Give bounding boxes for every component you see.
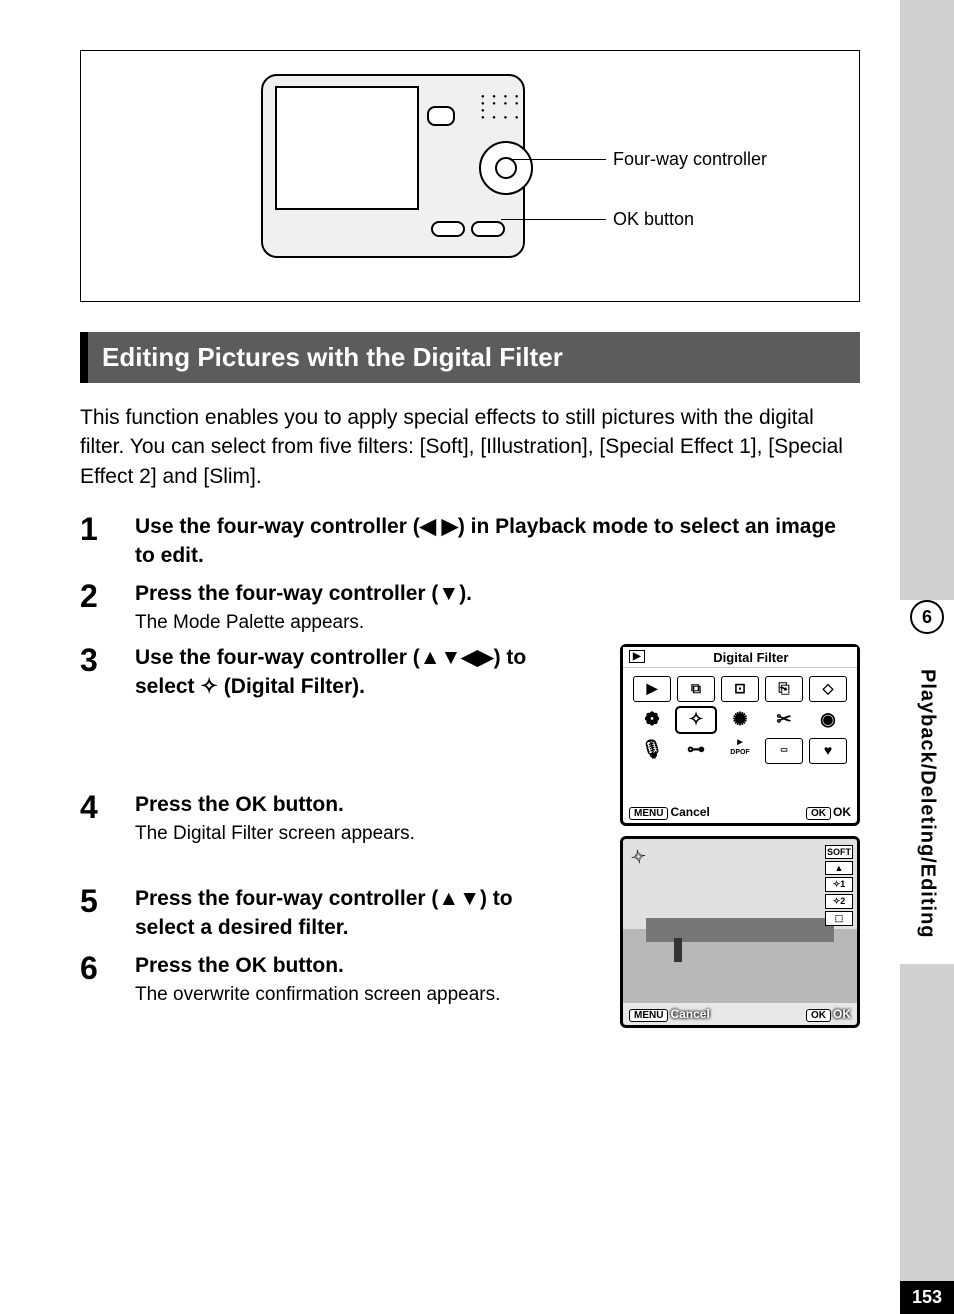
section-heading: Editing Pictures with the Digital Filter <box>80 332 860 383</box>
preview-photo <box>623 839 857 1003</box>
trim-icon: ⊡ <box>721 676 759 702</box>
four-way-controller-icon <box>479 141 533 195</box>
ok-label: OK <box>833 1007 851 1021</box>
screen-header: ▶ Digital Filter <box>623 647 857 668</box>
playback-icon: ▶ <box>629 650 645 663</box>
camera-menu-button <box>431 221 465 237</box>
camera-speaker-dots: ● ● ● ●● ● ● ● ●● ● ● ● <box>481 94 531 124</box>
page-number: 153 <box>900 1281 954 1314</box>
label-four-way: Four-way controller <box>613 149 767 170</box>
ok-button-icon <box>495 157 517 179</box>
lcd-examples: ▶ Digital Filter ▶ ⧉ ⊡ ⎘ ◇ ❁ ✧ ✺ ✂ ◉ <box>620 644 860 1038</box>
step-number: 6 <box>80 952 135 1006</box>
label-ok-button: OK button <box>613 209 694 230</box>
step-4: 4 Press the OK button. The Digital Filte… <box>80 791 550 845</box>
step-subtext: The overwrite confirmation screen appear… <box>135 984 550 1006</box>
filter-effect1: ✧1 <box>825 877 853 892</box>
redeye-icon: ◉ <box>809 708 847 732</box>
digital-filter-icon: ✧ <box>677 708 715 732</box>
rotate-icon: ◇ <box>809 676 847 702</box>
step-5: 5 Press the four-way controller (▲▼) to … <box>80 885 550 942</box>
intro-paragraph: This function enables you to apply speci… <box>80 403 860 491</box>
brightness-icon: ✺ <box>721 708 759 732</box>
step-title: Press the OK button. <box>135 952 550 980</box>
filter-slim: ⬚ <box>825 911 853 926</box>
step-title: Use the four-way controller (▲▼◀▶) to se… <box>135 644 550 701</box>
cancel-label: Cancel <box>670 805 709 819</box>
step-6: 6 Press the OK button. The overwrite con… <box>80 952 550 1006</box>
steps-list: 1 Use the four-way controller (◀ ▶) in P… <box>80 513 860 1006</box>
startup-icon: ▭ <box>765 738 803 764</box>
step-number: 1 <box>80 513 135 570</box>
protect-icon: ⊶ <box>677 738 715 762</box>
ok-pill: OK <box>806 1009 831 1022</box>
step-3: 3 Use the four-way controller (▲▼◀▶) to … <box>80 644 550 701</box>
menu-pill: MENU <box>629 1009 668 1022</box>
leader-line <box>511 159 606 160</box>
step-title: Press the OK button. <box>135 791 550 819</box>
step-title: Use the four-way controller (◀ ▶) in Pla… <box>135 513 860 570</box>
step-2: 2 Press the four-way controller (▼). The… <box>80 580 860 634</box>
camera-play-button <box>427 106 455 126</box>
screen-footer: MENUCancel OKOK <box>629 805 851 819</box>
ok-pill: OK <box>806 807 831 820</box>
chapter-tab: 6 Playback/Deleting/Editing <box>900 600 954 964</box>
filter-soft: SOFT <box>825 845 853 859</box>
resize-icon: ⧉ <box>677 676 715 702</box>
copy-icon: ⎘ <box>765 676 803 702</box>
digital-filter-screen: ✧ SOFT ▲ ✧1 ✧2 ⬚ MENUCancel OKOK <box>620 836 860 1028</box>
step-title: Press the four-way controller (▲▼) to se… <box>135 885 550 942</box>
palette-grid: ▶ ⧉ ⊡ ⎘ ◇ ❁ ✧ ✺ ✂ ◉ 🎙 ⊶ ▶DPOF ▭ <box>623 668 857 768</box>
filter-effect2: ✧2 <box>825 894 853 909</box>
step-1: 1 Use the four-way controller (◀ ▶) in P… <box>80 513 860 570</box>
screen-footer: MENUCancel OKOK <box>629 1007 851 1021</box>
voice-memo-icon: 🎙 <box>633 738 671 762</box>
camera-diagram: ● ● ● ●● ● ● ● ●● ● ● ● Four-way control… <box>80 50 860 302</box>
slideshow-icon: ▶ <box>633 676 671 702</box>
mode-palette-screen: ▶ Digital Filter ▶ ⧉ ⊡ ⎘ ◇ ❁ ✧ ✺ ✂ ◉ <box>620 644 860 826</box>
camera-illustration: ● ● ● ●● ● ● ● ●● ● ● ● <box>261 66 561 276</box>
chapter-title: Playback/Deleting/Editing <box>916 644 939 964</box>
screen-title: Digital Filter <box>713 650 788 665</box>
filter-list: SOFT ▲ ✧1 ✧2 ⬚ <box>825 845 853 928</box>
color-filter-icon: ❁ <box>633 708 671 732</box>
photo-person <box>674 938 682 962</box>
chapter-number: 6 <box>910 600 944 634</box>
step-number: 4 <box>80 791 135 845</box>
step-number: 3 <box>80 644 135 701</box>
step-number: 2 <box>80 580 135 634</box>
camera-fn-button <box>471 221 505 237</box>
favorite-icon: ♥ <box>809 738 847 764</box>
menu-pill: MENU <box>629 807 668 820</box>
step-number: 5 <box>80 885 135 942</box>
step-title: Press the four-way controller (▼). <box>135 580 860 608</box>
camera-lcd <box>275 86 419 210</box>
step-subtext: The Mode Palette appears. <box>135 612 860 634</box>
manual-page: ● ● ● ●● ● ● ● ●● ● ● ● Four-way control… <box>0 0 900 1314</box>
cancel-label: Cancel <box>670 1007 709 1021</box>
dpof-icon: ▶DPOF <box>721 738 759 762</box>
movie-edit-icon: ✂ <box>765 708 803 732</box>
step-subtext: The Digital Filter screen appears. <box>135 823 550 845</box>
ok-label: OK <box>833 805 851 819</box>
leader-line <box>501 219 606 220</box>
filter-up-arrow: ▲ <box>825 861 853 875</box>
